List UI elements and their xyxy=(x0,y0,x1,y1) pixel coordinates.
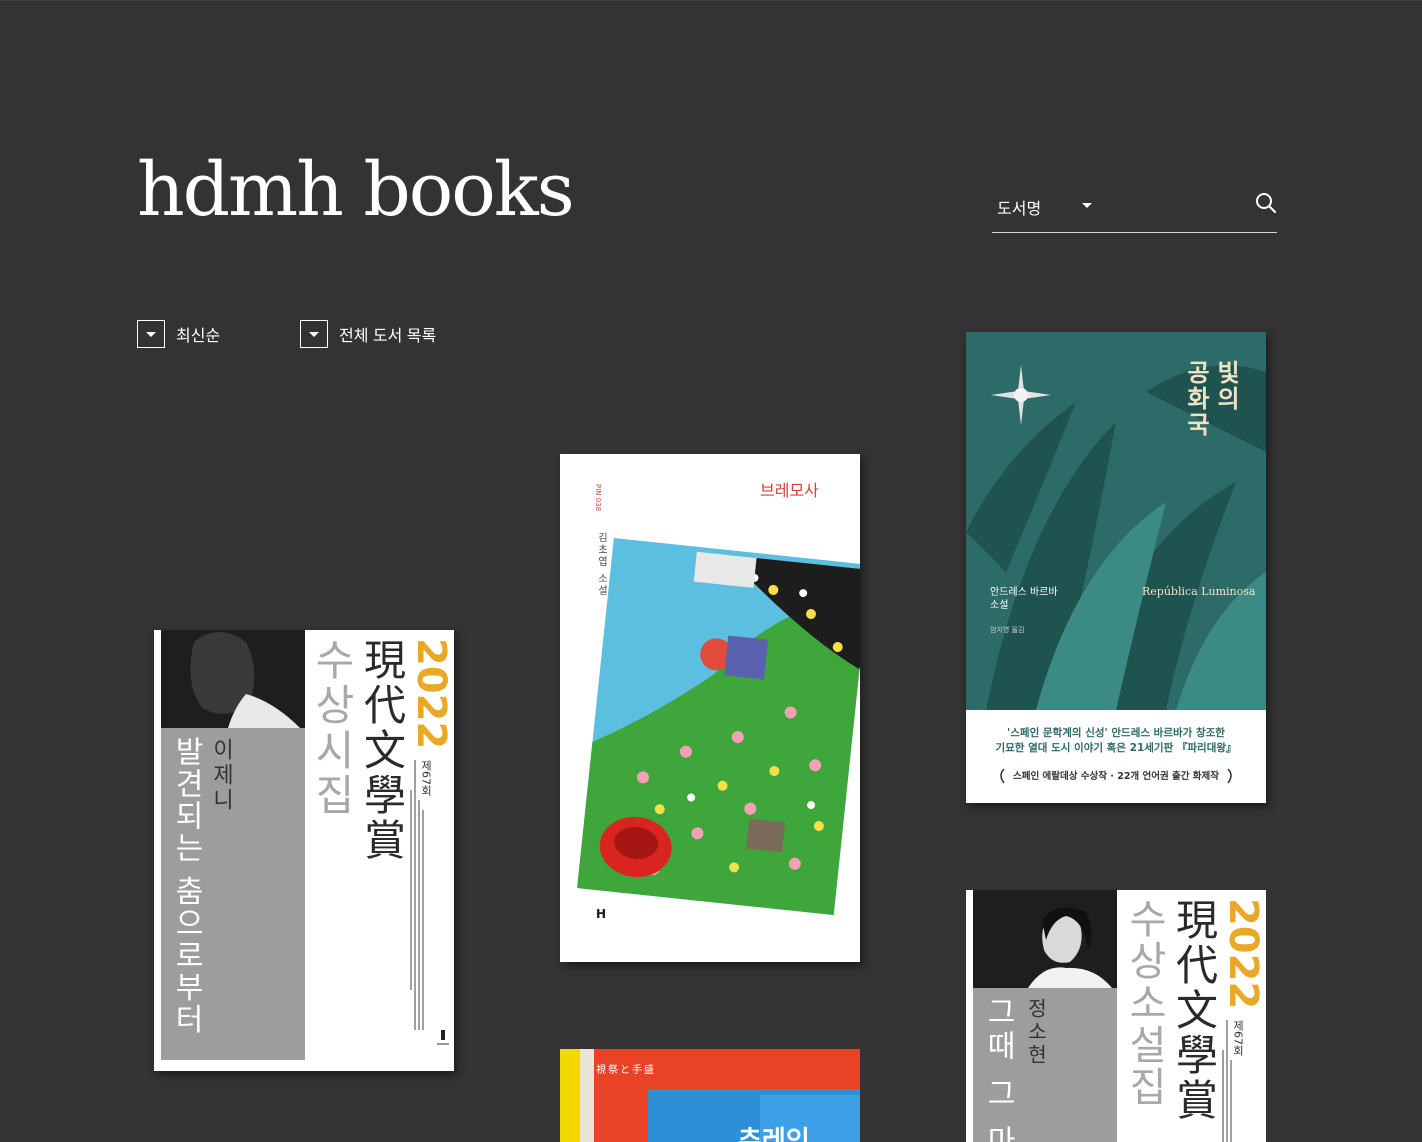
book-edition-vertical: 제67회 xyxy=(1232,1020,1245,1057)
book-title-vertical: 발견되는 춤으로부터 xyxy=(169,736,204,1036)
book-series-vertical: 現代文學賞 xyxy=(358,638,407,863)
book-series-code: PIN 038 xyxy=(594,484,602,511)
chevron-down-icon[interactable] xyxy=(1082,203,1092,208)
book-card[interactable]: 빛의 공화국 안드레스 바르바 소설 엄지영 옮김 República Lumi… xyxy=(966,332,1266,803)
book-card[interactable]: 視祭と手盛 추레인 xyxy=(560,1049,860,1142)
book-blurb: '스페인 문학계의 신성' 안드레스 바르바가 창조한 xyxy=(1007,726,1225,739)
book-cover: 브레모사 PIN 038 김초엽 소설 H xyxy=(560,454,860,962)
book-top-text: 視祭と手盛 xyxy=(596,1063,656,1076)
book-year-vertical: 2022 xyxy=(1220,898,1266,1009)
book-blurb: 기묘한 열대 도시 이야기 혹은 21세기판 『파리대왕』 xyxy=(995,741,1236,754)
dropdown-toggle-icon[interactable] xyxy=(137,320,165,348)
category-filter-label: 전체 도서 목록 xyxy=(339,328,437,345)
page: hdmh books 도서명 최신순 전체 도서 목록 발견되는 춤으로부터 이… xyxy=(0,0,1422,1142)
book-title-line: 빛의 xyxy=(1212,360,1240,412)
book-year-vertical: 2022 xyxy=(408,638,454,749)
book-title-line: 공화국 xyxy=(1182,360,1210,438)
book-series-vertical: 現代文學賞 xyxy=(1170,898,1219,1123)
book-title: 추레인 xyxy=(738,1126,810,1142)
book-cover: 視祭と手盛 추레인 xyxy=(560,1049,860,1142)
book-card[interactable]: 브레모사 PIN 038 김초엽 소설 H xyxy=(560,454,860,962)
book-translator: 엄지영 옮김 xyxy=(990,625,1024,634)
book-original-title: República Luminosa xyxy=(1142,585,1256,598)
sort-filter-label: 최신순 xyxy=(176,328,221,345)
book-author-suffix: 소설 xyxy=(990,599,1008,611)
search-icon[interactable] xyxy=(1255,192,1277,214)
site-logo[interactable]: hdmh books xyxy=(137,153,575,227)
book-author-vertical: 김초엽 소설 xyxy=(596,532,608,597)
publisher-logo: H xyxy=(596,907,606,921)
sort-filter[interactable]: 최신순 xyxy=(137,320,220,348)
search-type-select[interactable]: 도서명 xyxy=(997,195,1041,219)
dropdown-toggle-icon[interactable] xyxy=(300,320,328,348)
book-title: 브레모사 xyxy=(760,481,819,500)
book-card[interactable]: 그때 그 마 정소현 수상소설집 現代文學賞 2022 제67회 xyxy=(966,890,1266,1142)
book-edition-vertical: 제67회 xyxy=(420,760,433,797)
book-author-vertical: 정소현 xyxy=(1024,998,1048,1067)
book-card[interactable]: 발견되는 춤으로부터 이제니 수상시집 現代文學賞 2022 제67회 xyxy=(154,630,454,1071)
book-cover: 그때 그 마 정소현 수상소설집 現代文學賞 2022 제67회 xyxy=(966,890,1266,1142)
book-author-vertical: 이제니 xyxy=(209,738,234,813)
category-filter[interactable]: 전체 도서 목록 xyxy=(300,320,436,348)
book-cover: 빛의 공화국 안드레스 바르바 소설 엄지영 옮김 República Lumi… xyxy=(966,332,1266,803)
book-title-vertical: 그때 그 마 xyxy=(981,996,1016,1142)
book-cover: 발견되는 춤으로부터 이제니 수상시집 現代文學賞 2022 제67회 xyxy=(154,630,454,1071)
search-input[interactable] xyxy=(1102,191,1246,223)
book-author: 안드레스 바르바 xyxy=(990,586,1058,598)
book-tagline: 스페인 에랄데상 수상작 · 22개 언어권 출간 화제작 xyxy=(1013,770,1219,782)
book-collection-vertical: 수상시집 xyxy=(308,638,357,818)
book-collection-vertical: 수상소설집 xyxy=(1121,898,1167,1108)
search-bar: 도서명 xyxy=(992,187,1277,233)
